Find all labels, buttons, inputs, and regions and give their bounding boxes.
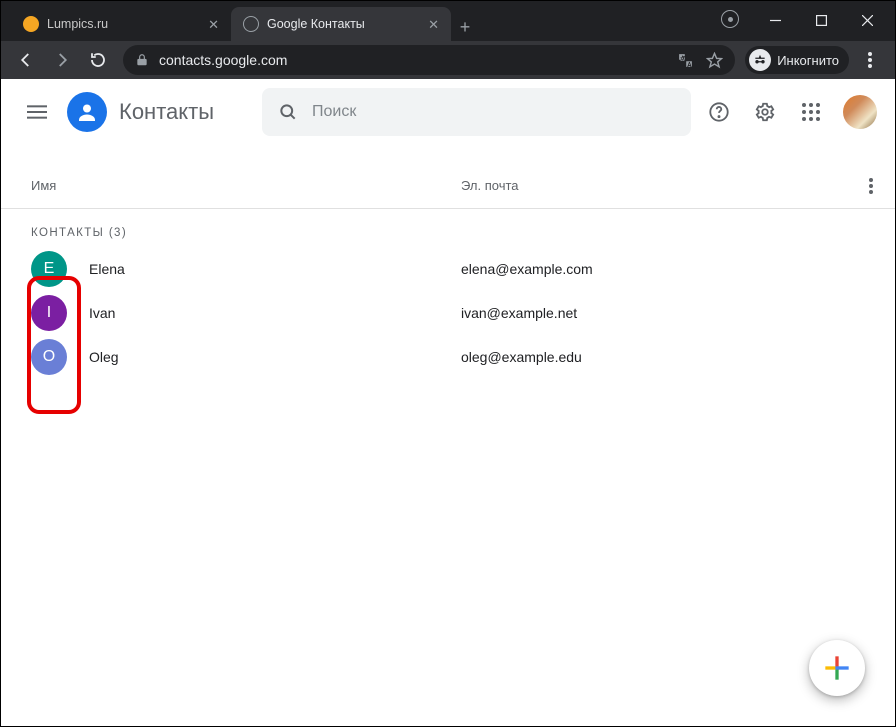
plus-icon <box>822 653 852 683</box>
column-header-name: Имя <box>31 178 461 193</box>
help-button[interactable] <box>699 92 739 132</box>
search-placeholder: Поиск <box>312 103 356 121</box>
contact-name: Oleg <box>89 349 461 365</box>
app-header: Контакты Поиск <box>1 79 895 145</box>
column-header-email: Эл. почта <box>461 178 869 193</box>
browser-tab[interactable]: Lumpics.ru ✕ <box>11 7 231 41</box>
create-contact-button[interactable] <box>809 640 865 696</box>
contact-name: Ivan <box>89 305 461 321</box>
globe-icon <box>243 16 259 32</box>
contact-row[interactable]: O Olegoleg@example.edu <box>1 335 895 379</box>
contact-name: Elena <box>89 261 461 277</box>
google-apps-button[interactable] <box>791 92 831 132</box>
contact-email: oleg@example.edu <box>461 349 873 365</box>
window-close-button[interactable] <box>845 5 889 35</box>
contact-row[interactable]: I Ivanivan@example.net <box>1 291 895 335</box>
window-minimize-button[interactable] <box>753 5 797 35</box>
url-text: contacts.google.com <box>159 52 287 68</box>
contact-avatar: O <box>31 339 67 375</box>
contacts-list: E Elenaelena@example.com I Ivanivan@example… <box>1 247 895 379</box>
new-tab-button[interactable]: + <box>451 13 479 41</box>
contact-avatar: E <box>31 251 67 287</box>
address-bar[interactable]: contacts.google.com <box>123 45 735 75</box>
nav-reload-button[interactable] <box>83 45 113 75</box>
close-icon[interactable]: ✕ <box>428 18 439 31</box>
contact-email: elena@example.com <box>461 261 873 277</box>
settings-button[interactable] <box>745 92 785 132</box>
search-input[interactable]: Поиск <box>262 88 691 136</box>
translate-icon[interactable] <box>677 52 694 69</box>
contact-avatar: I <box>31 295 67 331</box>
contact-email: ivan@example.net <box>461 305 873 321</box>
nav-back-button[interactable] <box>11 45 41 75</box>
account-avatar[interactable] <box>843 95 877 129</box>
close-icon[interactable]: ✕ <box>208 18 219 31</box>
main-menu-button[interactable] <box>15 90 59 134</box>
browser-toolbar: contacts.google.com Инкогнито <box>1 41 895 79</box>
tab-title: Google Контакты <box>267 17 365 31</box>
favicon-icon <box>23 16 39 32</box>
incognito-indicator-icon <box>721 10 739 28</box>
window-maximize-button[interactable] <box>799 5 843 35</box>
browser-tab-strip: Lumpics.ru ✕ Google Контакты ✕ + <box>1 1 895 41</box>
search-icon <box>278 102 298 122</box>
nav-forward-button[interactable] <box>47 45 77 75</box>
list-settings-button[interactable] <box>869 178 873 194</box>
column-header-row: Имя Эл. почта <box>1 163 895 209</box>
contacts-logo-icon <box>67 92 107 132</box>
browser-tab-active[interactable]: Google Контакты ✕ <box>231 7 451 41</box>
browser-menu-button[interactable] <box>855 52 885 68</box>
tab-title: Lumpics.ru <box>47 17 108 31</box>
section-label: КОНТАКТЫ (3) <box>1 209 895 247</box>
incognito-label: Инкогнито <box>777 53 839 68</box>
incognito-icon <box>749 49 771 71</box>
contact-row[interactable]: E Elenaelena@example.com <box>1 247 895 291</box>
bookmark-icon[interactable] <box>706 52 723 69</box>
lock-icon <box>135 53 149 67</box>
app-title: Контакты <box>119 99 214 125</box>
incognito-badge[interactable]: Инкогнито <box>745 46 849 74</box>
